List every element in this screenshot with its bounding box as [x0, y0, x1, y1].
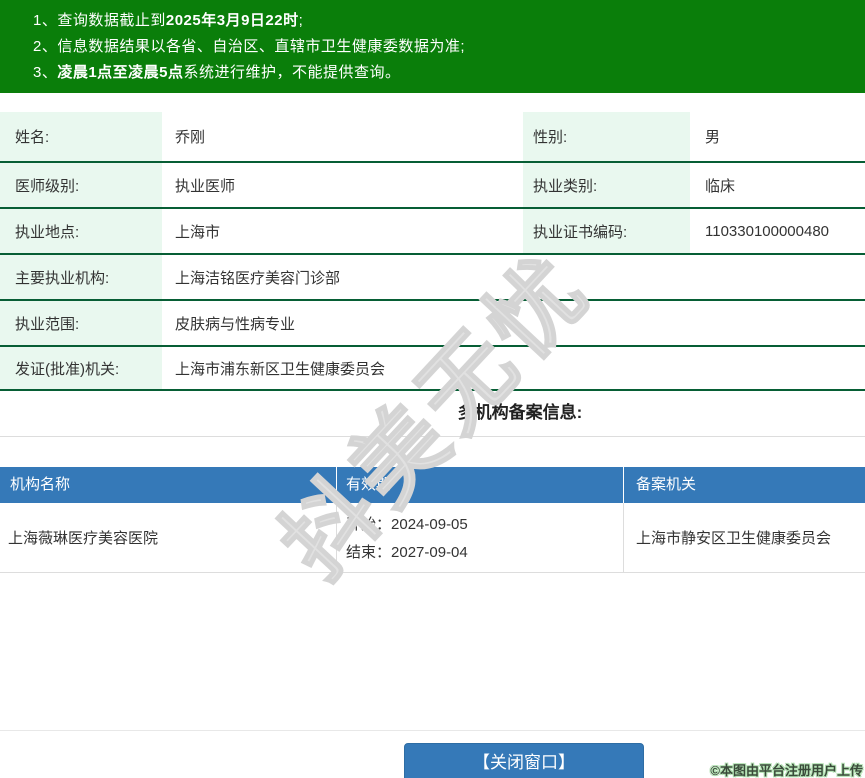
cell-validity: 开始：2024-09-05 结束：2027-09-04: [336, 503, 623, 572]
notice-line-1: 1、查询数据截止到2025年3月9日22时;: [33, 12, 304, 29]
field-label-doctor-level: 医师级别:: [0, 163, 162, 207]
notice-number: 2、: [33, 38, 58, 55]
field-value-main-institution: 上海洁铭医疗美容门诊部: [175, 269, 341, 287]
field-label-license-number: 执业证书编码:: [523, 209, 690, 253]
cell-org-name: 上海薇琳医疗美容医院: [8, 530, 159, 547]
table-header-row: 机构名称 有效期 备案机关: [0, 467, 865, 503]
field-label-name: 姓名:: [0, 112, 162, 161]
field-label-practice-class: 执业类别:: [523, 163, 690, 207]
multi-org-table: 机构名称 有效期 备案机关 上海薇琳医疗美容医院 开始：2024-09-05 结…: [0, 467, 865, 573]
notice-number: 1、: [33, 12, 58, 29]
field-label-practice-scope: 执业范围:: [0, 301, 162, 345]
field-label-issuing-authority: 发证(批准)机关:: [0, 347, 162, 389]
table-row: 执业地点: 上海市 执业证书编码: 110330100000480: [0, 209, 865, 255]
table-row: 医师级别: 执业医师 执业类别: 临床: [0, 163, 865, 209]
notice-banner: 1、查询数据截止到2025年3月9日22时; 2、信息数据结果以各省、自治区、直…: [0, 0, 865, 93]
query-result-page: 1、查询数据截止到2025年3月9日22时; 2、信息数据结果以各省、自治区、直…: [0, 0, 865, 778]
field-label-main-institution: 主要执业机构:: [0, 255, 162, 299]
column-header-validity: 有效期: [336, 467, 623, 503]
validity-start: 开始：2024-09-05: [346, 516, 468, 533]
field-value-issuing-authority: 上海市浦东新区卫生健康委员会: [175, 360, 386, 378]
notice-line-2: 2、信息数据结果以各省、自治区、直辖市卫生健康委数据为准;: [33, 38, 466, 55]
table-row: 姓名: 乔刚 性别: 男: [0, 112, 865, 163]
field-value-doctor-level: 执业医师: [175, 177, 236, 195]
table-row: 上海薇琳医疗美容医院 开始：2024-09-05 结束：2027-09-04 上…: [0, 503, 865, 573]
column-header-authority: 备案机关: [623, 467, 865, 503]
multi-org-heading: 多机构备案信息:: [0, 391, 865, 437]
notice-line-3: 3、凌晨1点至凌晨5点系统进行维护，不能提供查询。: [33, 64, 401, 81]
field-value-practice-class: 临床: [705, 177, 736, 195]
field-value-practice-scope: 皮肤病与性病专业: [175, 315, 296, 333]
field-value-name: 乔刚: [175, 129, 206, 146]
notice-bold-date: 2025年3月9日22时: [165, 12, 299, 29]
table-row: 主要执业机构: 上海洁铭医疗美容门诊部: [0, 255, 865, 301]
field-value-license-number: 110330100000480: [705, 222, 830, 240]
close-window-button[interactable]: 【关闭窗口】: [404, 743, 644, 778]
table-row: 发证(批准)机关: 上海市浦东新区卫生健康委员会: [0, 347, 865, 391]
column-header-org-name: 机构名称: [10, 476, 71, 493]
footer-divider: [0, 730, 865, 731]
field-label-practice-place: 执业地点:: [0, 209, 162, 253]
validity-end: 结束：2027-09-04: [346, 544, 468, 561]
field-value-gender: 男: [705, 129, 721, 146]
table-row: 执业范围: 皮肤病与性病专业: [0, 301, 865, 347]
field-value-practice-place: 上海市: [175, 223, 221, 241]
cell-record-authority: 上海市静安区卫生健康委员会: [623, 503, 865, 572]
notice-bold-maintenance: 凌晨1点至凌晨5点: [57, 64, 184, 81]
notice-number: 3、: [33, 64, 58, 81]
practitioner-info-table: 姓名: 乔刚 性别: 男 医师级别: 执业医师 执业类别: 临床 执业地点: 上…: [0, 112, 865, 391]
field-label-gender: 性别:: [523, 112, 690, 161]
upload-credit-text: ©本图由平台注册用户上传: [710, 763, 863, 778]
